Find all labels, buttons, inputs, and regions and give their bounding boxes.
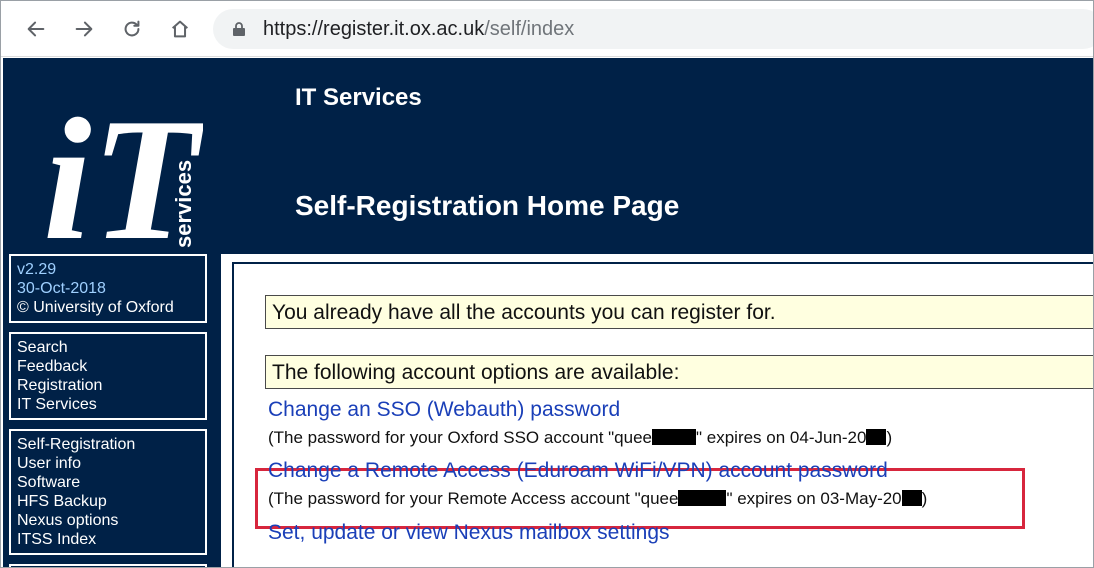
sso-note-post: ) <box>886 428 893 447</box>
redaction-block <box>678 490 727 506</box>
address-bar[interactable]: https://register.it.ox.ac.uk/self/index <box>213 9 1093 49</box>
back-arrow-icon <box>27 21 45 37</box>
reload-icon <box>124 20 140 37</box>
sidebar-nav-general: Search Feedback Registration IT Services <box>9 332 207 420</box>
copyright-text: © University of Oxford <box>17 299 174 316</box>
sidebar-nav-self: Self-Registration User info Software HFS… <box>9 429 207 555</box>
notice-options-available: The following account options are availa… <box>265 355 1093 389</box>
ra-note-pre: (The password for your Remote Access acc… <box>268 489 679 508</box>
forward-button[interactable] <box>69 14 99 44</box>
change-remote-access-password-link[interactable]: Change a Remote Access (Eduroam WiFi/VPN… <box>268 459 888 483</box>
sidebar-item-software[interactable]: Software <box>17 473 199 492</box>
sidebar-item-itss-index[interactable]: ITSS Index <box>17 530 199 549</box>
url-host: https://register.it.ox.ac.uk <box>263 18 485 40</box>
ra-note-mid: " expires on 03-May-20 <box>726 489 902 508</box>
sidebar-item-hfs-backup[interactable]: HFS Backup <box>17 492 199 511</box>
back-button[interactable] <box>21 14 51 44</box>
version-date: 30-Oct-2018 <box>17 280 106 297</box>
remote-access-expiry-note: (The password for your Remote Access acc… <box>268 489 927 509</box>
url-text: https://register.it.ox.ac.uk/self/index <box>263 18 574 41</box>
sso-note-mid: " expires on 04-Jun-20 <box>696 428 867 447</box>
sso-note-pre: (The password for your Oxford SSO accoun… <box>268 428 652 447</box>
page-title: Self-Registration Home Page <box>295 190 680 221</box>
forward-arrow-icon <box>75 21 93 37</box>
sso-expiry-note: (The password for your Oxford SSO accoun… <box>268 428 892 448</box>
browser-window: https://register.it.ox.ac.uk/self/index … <box>0 0 1094 568</box>
sidebar-item-registration[interactable]: Registration <box>17 376 199 395</box>
home-button[interactable] <box>165 14 195 44</box>
redaction-block <box>866 429 887 445</box>
home-icon <box>172 20 188 38</box>
main-content: You already have all the accounts you ca… <box>221 254 1093 567</box>
page-body: iT services IT Services Self-Registratio… <box>3 58 1093 567</box>
content-panel: You already have all the accounts you ca… <box>232 262 1093 567</box>
sidebar-item-feedback[interactable]: Feedback <box>17 357 199 376</box>
lock-icon <box>233 22 245 36</box>
sidebar-item-nexus-options[interactable]: Nexus options <box>17 511 199 530</box>
nexus-mailbox-settings-link[interactable]: Set, update or view Nexus mailbox settin… <box>268 521 670 545</box>
sidebar-box-more <box>9 564 207 567</box>
ra-note-post: ) <box>921 489 928 508</box>
site-title: IT Services <box>295 84 422 111</box>
reload-button[interactable] <box>117 14 147 44</box>
it-services-logo: iT services <box>43 82 205 276</box>
url-path: /self/index <box>484 18 575 40</box>
version-label: v2.29 <box>17 261 57 278</box>
version-box: v2.29 30-Oct-2018 © University of Oxford <box>9 254 207 323</box>
sidebar-item-self-registration[interactable]: Self-Registration <box>17 435 199 454</box>
sidebar-item-it-services[interactable]: IT Services <box>17 395 199 414</box>
browser-toolbar: https://register.it.ox.ac.uk/self/index <box>1 1 1093 57</box>
sidebar-item-search[interactable]: Search <box>17 338 199 357</box>
notice-all-accounts: You already have all the accounts you ca… <box>265 295 1093 329</box>
change-sso-password-link[interactable]: Change an SSO (Webauth) password <box>268 398 620 422</box>
logo-subtext: services <box>171 160 196 248</box>
redaction-block <box>652 429 696 445</box>
sidebar-item-user-info[interactable]: User info <box>17 454 199 473</box>
redaction-block <box>901 490 922 506</box>
